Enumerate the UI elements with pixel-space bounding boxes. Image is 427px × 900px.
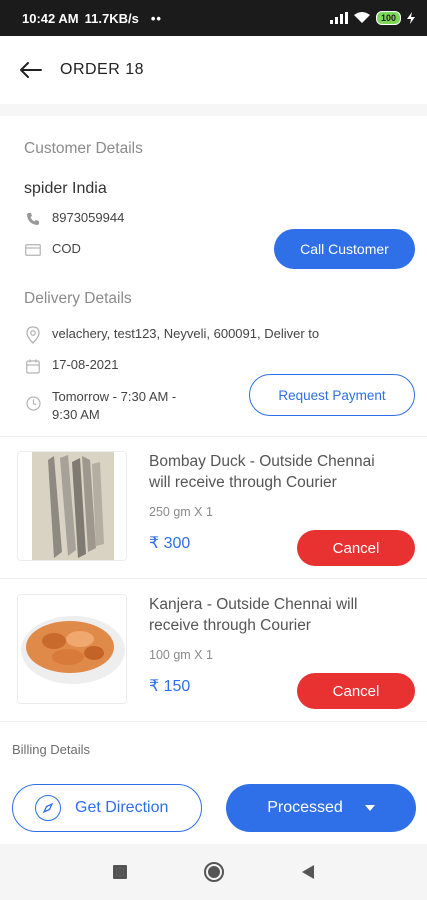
divider (0, 436, 427, 437)
status-time: 10:42 AM (22, 10, 79, 26)
status-dots: •• (150, 10, 162, 26)
delivery-section-label: Delivery Details (24, 290, 132, 307)
cancel-product-button[interactable]: Cancel (297, 673, 415, 709)
status-speed: 11.7KB/s (84, 10, 139, 26)
customer-section-label: Customer Details (24, 140, 143, 157)
divider (0, 721, 427, 722)
delivery-address-row: velachery, test123, Neyveli, 600091, Del… (24, 326, 319, 344)
nav-square-icon (112, 865, 127, 879)
request-payment-button[interactable]: Request Payment (249, 374, 415, 416)
nav-back-button[interactable] (296, 860, 320, 884)
status-bar: 10:42 AM 11.7KB/s •• 100 (0, 0, 427, 36)
call-customer-button[interactable]: Call Customer (274, 229, 415, 269)
delivery-address: velachery, test123, Neyveli, 600091, Del… (52, 326, 320, 341)
card-icon (24, 241, 42, 259)
product-price: ₹ 150 (149, 678, 191, 695)
product-name-line: will receive through Courier (149, 474, 337, 491)
product-name-line: Kanjera - Outside Chennai will (149, 596, 358, 613)
get-direction-label: Get Direction (75, 799, 169, 816)
order-status-label: Processed (267, 799, 343, 816)
delivery-slot-row: Tomorrow - 7:30 AM - 9:30 AM (24, 388, 176, 424)
location-pin-icon (24, 326, 42, 344)
chevron-down-icon (364, 805, 375, 811)
product-image-kanjera (17, 594, 127, 704)
signal-icon (329, 12, 348, 24)
phone-icon (24, 210, 42, 228)
delivery-date-row: 17-08-2021 (24, 357, 119, 375)
payment-method: COD (52, 241, 81, 256)
nav-back-triangle-icon (301, 865, 314, 879)
calendar-icon (24, 357, 42, 375)
product-name-line: Bombay Duck - Outside Chennai (149, 453, 375, 470)
page-title: ORDER 18 (60, 61, 145, 78)
delivery-slot-line1: Tomorrow - 7:30 AM - (52, 389, 177, 404)
product-quantity: 250 gm X 1 (149, 505, 213, 519)
get-direction-button[interactable]: Get Direction (12, 784, 202, 832)
nav-circle-icon (203, 862, 224, 882)
customer-phone-row: 8973059944 (24, 210, 124, 228)
compass-icon (35, 795, 61, 821)
order-status-dropdown[interactable]: Processed (226, 784, 416, 832)
customer-phone: 8973059944 (52, 210, 125, 225)
delivery-date: 17-08-2021 (52, 357, 119, 372)
system-nav-bar (0, 844, 427, 900)
nav-home-button[interactable] (202, 860, 226, 884)
product-image-bombay-duck (17, 451, 127, 561)
section-divider (0, 104, 427, 116)
wifi-icon (353, 12, 370, 23)
product-quantity: 100 gm X 1 (149, 648, 213, 662)
product-price: ₹ 300 (149, 535, 191, 552)
charging-icon (407, 12, 415, 24)
clock-icon (24, 394, 42, 412)
divider (0, 578, 427, 579)
product-name-line: receive through Courier (149, 617, 311, 634)
product-name: Kanjera - Outside Chennai will receive t… (149, 594, 419, 636)
customer-name: spider India (24, 180, 107, 197)
nav-recents-button[interactable] (108, 860, 132, 884)
back-arrow-icon (20, 62, 42, 78)
battery-icon: 100 (375, 11, 401, 25)
back-button[interactable] (16, 55, 46, 85)
delivery-slot-line2: 9:30 AM (52, 407, 100, 422)
product-name: Bombay Duck - Outside Chennai will recei… (149, 451, 419, 493)
customer-payment-row: COD (24, 241, 81, 259)
billing-details-label: Billing Details (12, 742, 91, 757)
cancel-product-button[interactable]: Cancel (297, 530, 415, 566)
app-bar: ORDER 18 (0, 36, 427, 104)
